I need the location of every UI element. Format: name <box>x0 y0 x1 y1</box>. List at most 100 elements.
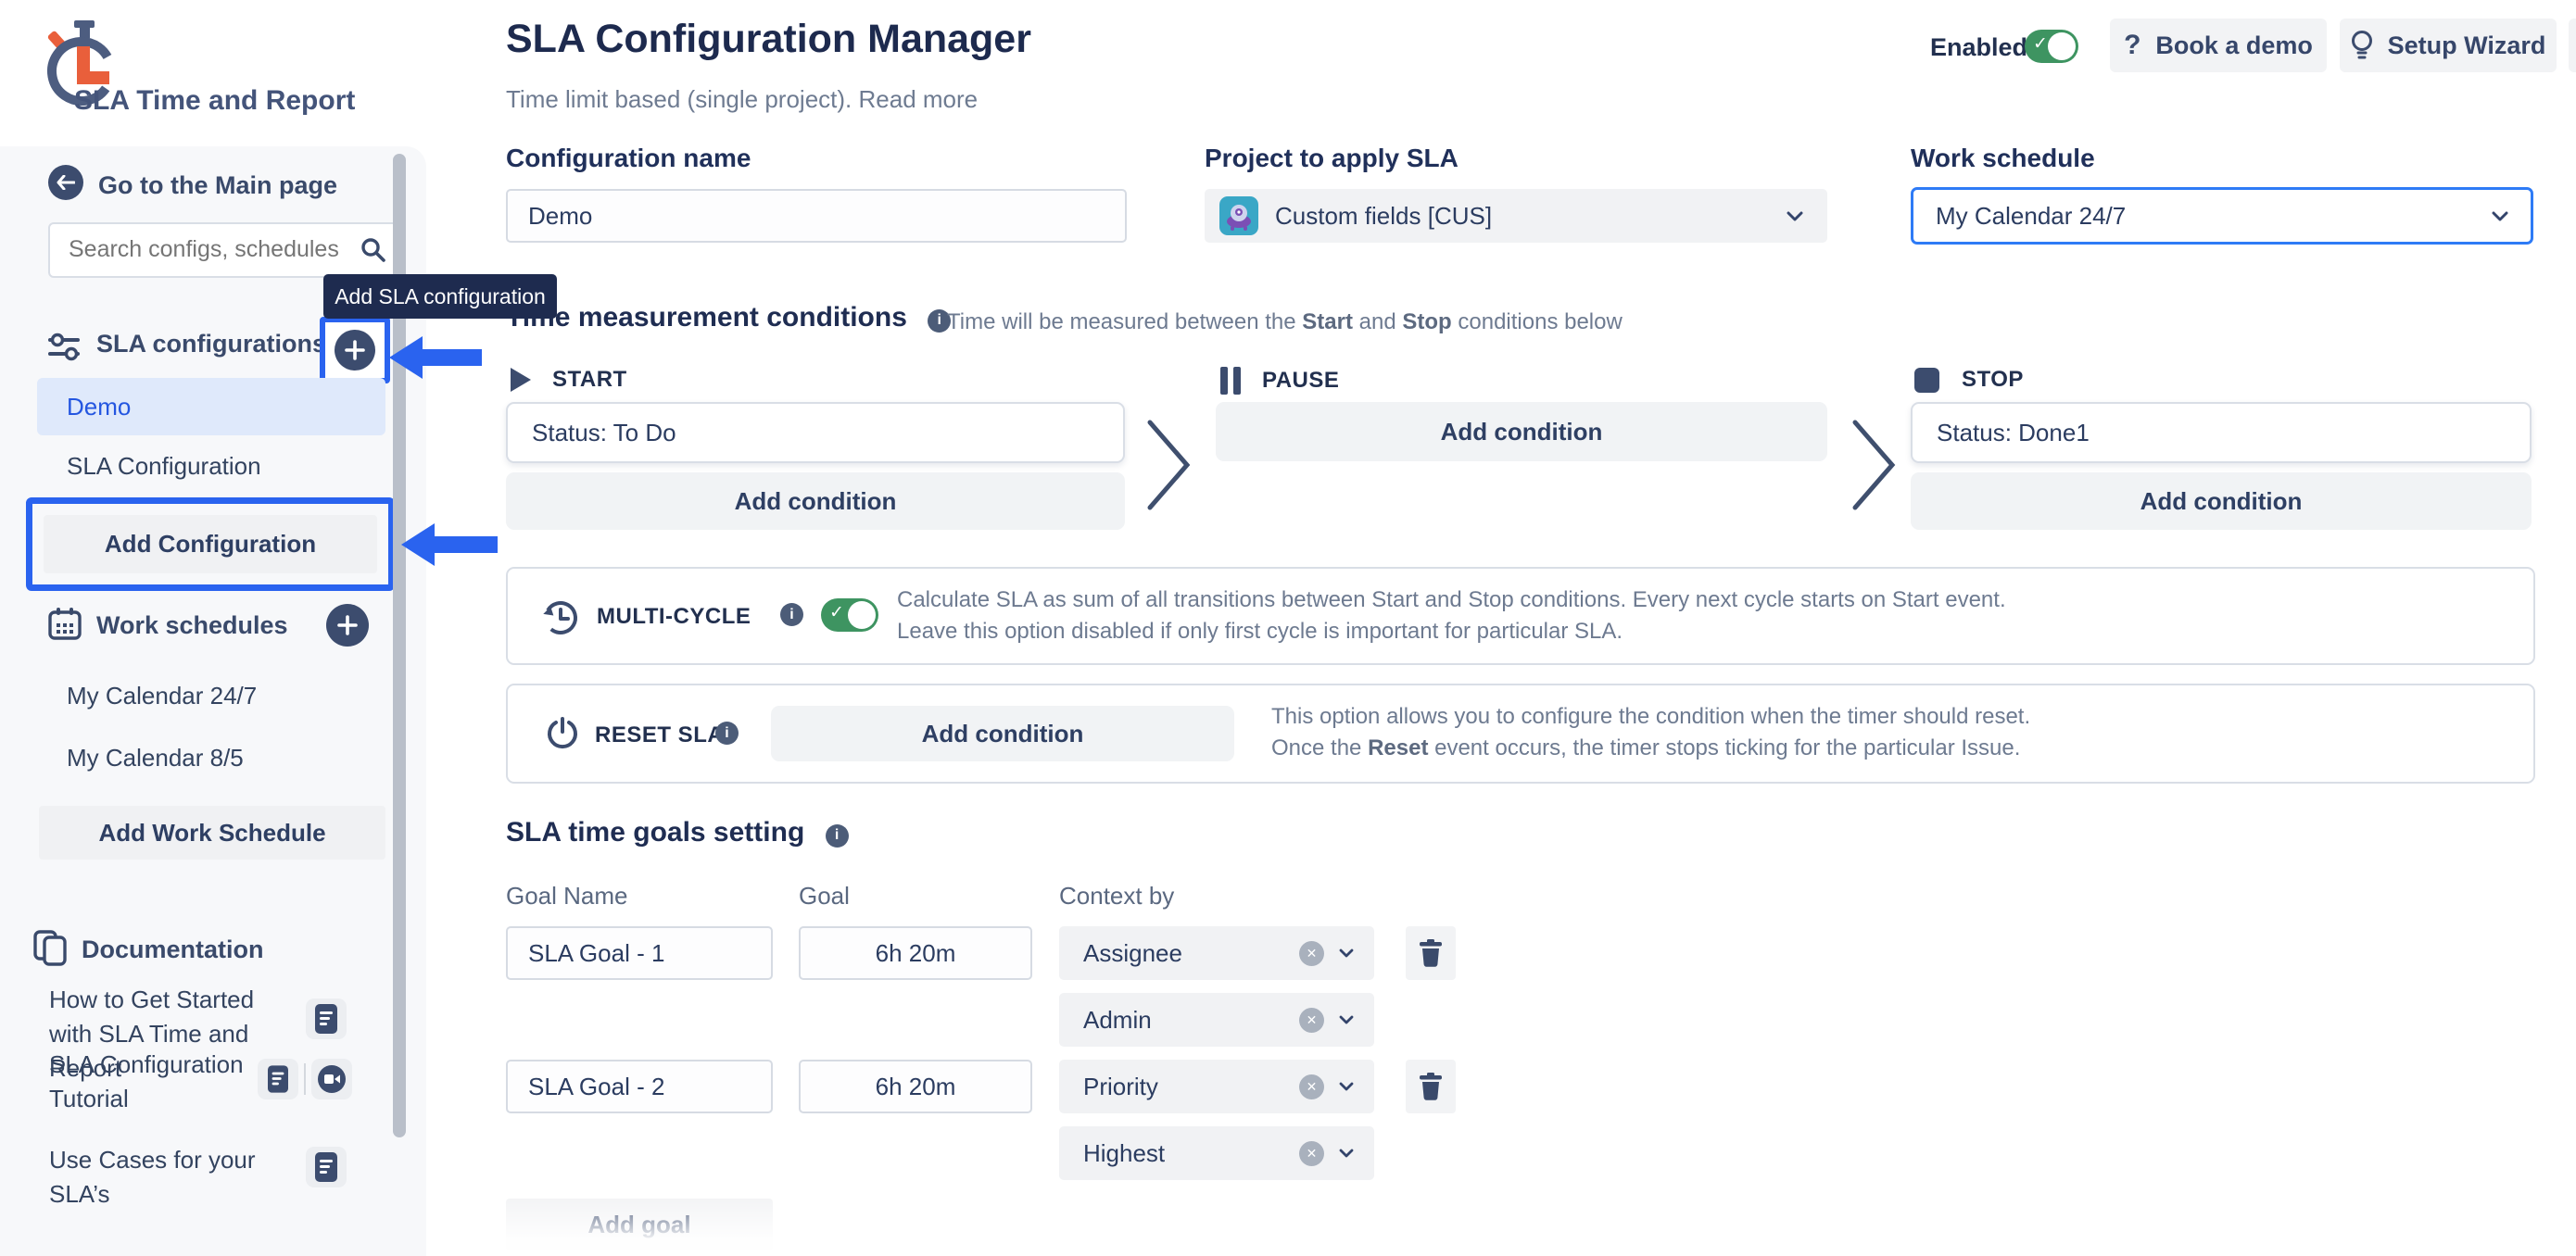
reset-add-condition-button[interactable]: Add condition <box>771 706 1234 761</box>
coach-arrow-to-add-configuration <box>401 523 499 566</box>
info-icon[interactable]: i <box>780 603 803 626</box>
question-mark-icon: ? <box>2124 30 2140 61</box>
project-avatar-icon <box>1219 196 1258 235</box>
stop-add-condition-button[interactable]: Add condition <box>1911 472 2532 530</box>
multi-cycle-toggle[interactable]: ✓ <box>821 598 878 632</box>
time-measurement-title-text: Time measurement conditions <box>506 302 907 333</box>
info-icon[interactable]: i <box>715 722 739 745</box>
enabled-toggle[interactable]: ✓ <box>2025 30 2078 63</box>
stop-header: STOP <box>1914 367 2024 393</box>
chevron-down-icon <box>1339 1082 1354 1091</box>
goal-name-input[interactable]: SLA Goal - 1 <box>506 926 773 980</box>
partially-visible-button[interactable] <box>2569 19 2576 72</box>
context-select[interactable]: Highest ✕ <box>1059 1126 1374 1180</box>
documentation-section-label: Documentation <box>82 936 264 964</box>
add-sla-configuration-tooltip: Add SLA configuration <box>323 274 557 319</box>
pause-add-condition-button[interactable]: Add condition <box>1216 402 1827 461</box>
info-icon[interactable]: i <box>826 824 849 848</box>
context-select[interactable]: Assignee ✕ <box>1059 926 1374 980</box>
enabled-label: Enabled <box>1930 33 2027 62</box>
goal-time-input[interactable]: 6h 20m <box>799 926 1032 980</box>
doc-article-icon[interactable] <box>306 1147 347 1187</box>
book-a-demo-button[interactable]: ? Book a demo <box>2110 19 2327 72</box>
goal-time-value: 6h 20m <box>876 939 956 968</box>
back-arrow-icon[interactable] <box>48 165 83 200</box>
sla-time-goals-title: SLA time goals setting i <box>506 817 849 849</box>
clear-icon[interactable]: ✕ <box>1299 941 1324 966</box>
goal-name-value: SLA Goal - 2 <box>528 1073 664 1101</box>
multi-cycle-history-icon <box>541 597 580 636</box>
read-more-link[interactable]: Read more <box>859 85 979 113</box>
configuration-name-value: Demo <box>528 202 592 231</box>
add-sla-configuration-plus-icon[interactable] <box>335 330 375 371</box>
goal-time-input[interactable]: 6h 20m <box>799 1060 1032 1113</box>
start-add-condition-button[interactable]: Add condition <box>506 472 1125 530</box>
pause-label: PAUSE <box>1262 368 1339 394</box>
clear-icon[interactable]: ✕ <box>1299 1008 1324 1033</box>
add-sla-configuration-button-highlight <box>320 317 390 383</box>
clear-icon[interactable]: ✕ <box>1299 1141 1324 1166</box>
context-value: Assignee <box>1083 939 1182 968</box>
stop-condition-value: Status: Done1 <box>1937 419 2090 447</box>
goal-column-label: Goal <box>799 882 850 911</box>
goal-name-column-label: Goal Name <box>506 882 628 911</box>
chevron-separator-icon <box>1851 419 1898 511</box>
page-title: SLA Configuration Manager <box>506 17 1031 62</box>
start-condition-card[interactable]: Status: To Do <box>506 402 1125 463</box>
chevron-down-icon <box>1787 211 1803 221</box>
doc-article-icon[interactable] <box>306 999 347 1039</box>
sidebar-item-calendar-85[interactable]: My Calendar 8/5 <box>67 744 244 772</box>
doc-link-use-cases[interactable]: Use Cases for your SLA’s <box>49 1143 271 1212</box>
clear-icon[interactable]: ✕ <box>1299 1074 1324 1099</box>
delete-goal-button[interactable] <box>1406 1060 1456 1113</box>
work-schedule-selected-value: My Calendar 24/7 <box>1936 202 2126 231</box>
work-schedule-select[interactable]: My Calendar 24/7 <box>1911 187 2533 245</box>
documentation-pages-icon <box>33 930 70 967</box>
setup-wizard-label: Setup Wizard <box>2388 31 2546 60</box>
project-selected-value: Custom fields [CUS] <box>1275 202 1492 231</box>
chevron-down-icon <box>1339 948 1354 958</box>
chevron-separator-icon <box>1146 419 1193 511</box>
pause-header: PAUSE <box>1219 367 1339 395</box>
goal-time-value: 6h 20m <box>876 1073 956 1101</box>
page-subtitle: Time limit based (single project). Read … <box>506 85 978 114</box>
context-value: Admin <box>1083 1006 1152 1035</box>
doc-link-configuration-tutorial[interactable]: SLA Configuration Tutorial <box>49 1048 262 1116</box>
add-work-schedule-button[interactable]: Add Work Schedule <box>39 806 385 860</box>
delete-goal-button[interactable] <box>1406 926 1456 980</box>
sidebar-item-sla-configuration[interactable]: SLA Configuration <box>67 452 261 481</box>
search-box <box>48 222 400 278</box>
goal-name-input[interactable]: SLA Goal - 2 <box>506 1060 773 1113</box>
project-select[interactable]: Custom fields [CUS] <box>1205 189 1827 243</box>
context-select[interactable]: Admin ✕ <box>1059 993 1374 1047</box>
start-header: START <box>510 367 627 393</box>
trash-icon <box>1419 939 1443 967</box>
chevron-down-icon <box>1339 1015 1354 1024</box>
sla-time-goals-title-text: SLA time goals setting <box>506 817 804 848</box>
chevron-down-icon <box>1339 1149 1354 1158</box>
go-to-main-page-link[interactable]: Go to the Main page <box>98 171 337 200</box>
configuration-name-input[interactable]: Demo <box>506 189 1127 243</box>
context-select[interactable]: Priority ✕ <box>1059 1060 1374 1113</box>
check-icon: ✓ <box>2033 33 2048 55</box>
add-goal-button[interactable]: Add goal <box>506 1199 773 1250</box>
pause-icon <box>1219 367 1242 395</box>
sla-configurations-section-label: SLA configurations <box>96 330 326 358</box>
sidebar-item-calendar-247[interactable]: My Calendar 24/7 <box>67 682 257 710</box>
add-configuration-button[interactable]: Add Configuration <box>44 515 377 573</box>
sidebar-item-demo-selected[interactable]: Demo <box>37 378 385 435</box>
search-input[interactable] <box>67 224 348 274</box>
start-label: START <box>552 367 627 393</box>
context-by-column-label: Context by <box>1059 882 1174 911</box>
setup-wizard-button[interactable]: Setup Wizard <box>2340 19 2557 72</box>
search-icon[interactable] <box>360 237 385 262</box>
stop-condition-card[interactable]: Status: Done1 <box>1911 402 2532 463</box>
multi-cycle-description: Calculate SLA as sum of all transitions … <box>897 584 2006 647</box>
doc-article-icon[interactable] <box>258 1059 298 1099</box>
chevron-down-icon <box>2492 211 2508 221</box>
work-schedule-label: Work schedule <box>1911 144 2095 173</box>
time-measurement-hint: Time will be measured between the Start … <box>947 309 1623 335</box>
book-a-demo-label: Book a demo <box>2155 31 2313 60</box>
add-work-schedule-plus-icon[interactable] <box>326 604 369 647</box>
video-icon[interactable] <box>311 1059 352 1099</box>
